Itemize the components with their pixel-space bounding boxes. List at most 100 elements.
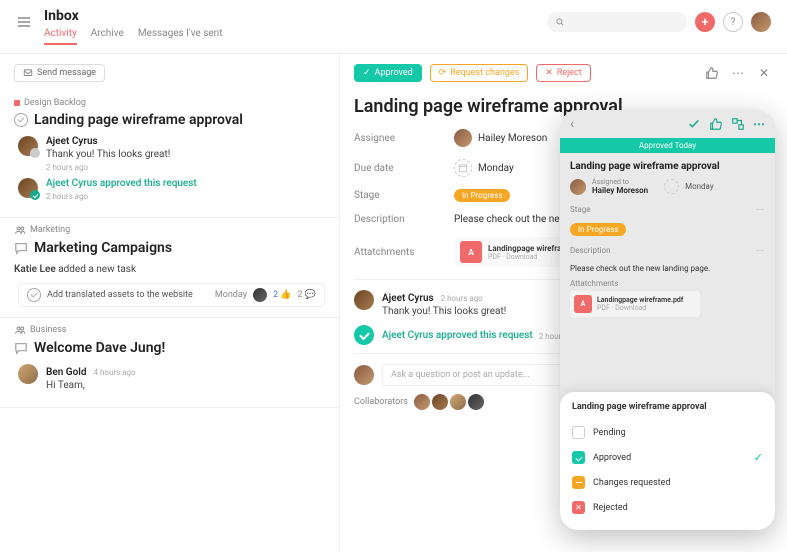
assigned-label: Assigned to (592, 178, 648, 186)
project-color-icon (14, 100, 20, 106)
stage-pill[interactable]: In Progress (570, 223, 626, 236)
page-title: Inbox (44, 8, 535, 24)
project-label: Marketing (30, 225, 70, 235)
user-avatar[interactable] (751, 12, 771, 32)
reject-button[interactable]: ✕ Reject (536, 64, 590, 82)
more-icon[interactable]: ⋯ (756, 205, 765, 214)
calendar-icon (454, 159, 472, 177)
avatar (253, 288, 267, 302)
inbox-item-backlog[interactable]: Design Backlog Landing page wireframe ap… (0, 92, 339, 218)
stage-pill[interactable]: In Progress (454, 189, 510, 202)
like-count: 2 👍 (273, 290, 292, 300)
approved-banner: Approved Today (560, 138, 775, 153)
description-text: Please check out the new landing page. (570, 264, 765, 273)
comment-text: Hi Team, (46, 380, 325, 391)
comment-time: 2 hours ago (441, 294, 483, 303)
attachment-sub: PDF · Download (597, 304, 683, 312)
comment-author: Ajeet Cyrus (382, 293, 434, 304)
tab-activity[interactable]: Activity (44, 28, 77, 45)
comment-count: 2 💬 (297, 290, 316, 300)
search-input[interactable] (547, 12, 687, 32)
people-icon (14, 224, 26, 236)
more-icon[interactable]: ⋯ (729, 64, 747, 82)
comment-author: Ajeet Cyrus (46, 136, 325, 147)
task-check-icon (14, 113, 28, 127)
comment-time: 2 hours ago (46, 192, 325, 201)
avatar (570, 179, 586, 195)
selected-check-icon: ✓ (754, 451, 763, 464)
stage-label: Stage (354, 190, 454, 201)
option-rejected[interactable]: Rejected (572, 495, 763, 520)
topbar: Inbox Activity Archive Messages I've sen… (0, 0, 787, 54)
comment-text: Thank you! This looks great! (46, 149, 325, 160)
more-icon[interactable]: ⋯ (753, 117, 765, 131)
conversation-icon (14, 341, 28, 355)
add-button[interactable]: + (695, 12, 715, 32)
due-label: Due date (354, 163, 454, 174)
avatar[interactable] (450, 394, 466, 410)
avatar[interactable] (468, 394, 484, 410)
attachments-label: Attatchments (354, 247, 454, 258)
sheet-title: Landing page wireframe approval (572, 402, 763, 412)
assignee-label: Assignee (354, 133, 454, 144)
check-icon[interactable] (687, 117, 701, 131)
inbox-item-business[interactable]: Business Welcome Dave Jung! Ben Gold 4 h… (0, 318, 339, 408)
pdf-icon: A (460, 241, 482, 263)
people-icon (14, 324, 26, 336)
conversation-icon (14, 241, 28, 255)
due-date: Monday (215, 290, 247, 300)
task-title: Landing page wireframe approval (34, 112, 243, 128)
option-approved[interactable]: Approved✓ (572, 445, 763, 470)
inbox-item-marketing[interactable]: Marketing Marketing Campaigns Katie Lee … (0, 218, 339, 318)
approved-button[interactable]: ✓ Approved (354, 64, 422, 82)
option-pending[interactable]: Pending (572, 420, 763, 445)
help-button[interactable]: ? (723, 12, 743, 32)
avatar (354, 365, 374, 385)
avatar[interactable] (432, 394, 448, 410)
pdf-icon: A (574, 295, 592, 313)
tab-archive[interactable]: Archive (91, 28, 124, 45)
calendar-icon (664, 179, 679, 194)
avatar (18, 136, 38, 156)
avatar (454, 129, 472, 147)
attachment-pdf[interactable]: A Landingpage wireframe.pdfPDF · Download (570, 291, 700, 317)
send-message-label: Send message (37, 68, 96, 78)
description-label: Description (354, 214, 454, 225)
task-title: Welcome Dave Jung! (34, 340, 165, 356)
description-label: Description (570, 246, 611, 255)
assignee-name[interactable]: Hailey Moreson (478, 133, 547, 144)
send-message-button[interactable]: Send message (14, 64, 105, 82)
tabs: Activity Archive Messages I've sent (44, 28, 535, 45)
approval-text: Ajeet Cyrus approved this request (382, 330, 533, 341)
close-icon[interactable]: ✕ (755, 64, 773, 82)
avatar (18, 364, 38, 384)
option-changes[interactable]: Changes requested (572, 470, 763, 495)
like-icon[interactable] (709, 117, 723, 131)
approved-check-icon (354, 325, 374, 345)
comment-time: 4 hours ago (94, 368, 136, 377)
approval-text: Ajeet Cyrus approved this request (46, 178, 325, 189)
request-changes-button[interactable]: ⟳ Request changes (430, 64, 529, 82)
attachment-name: Landingpage wireframe.pdf (597, 296, 683, 304)
tab-messages-sent[interactable]: Messages I've sent (138, 28, 223, 45)
back-icon[interactable]: ‹ (570, 116, 574, 132)
subtask-chip[interactable]: Add translated assets to the website Mon… (18, 283, 325, 307)
due-date[interactable]: Monday (478, 163, 514, 174)
due-date: Monday (685, 182, 714, 191)
avatar (354, 290, 374, 310)
comment-author: Ben Gold (46, 367, 87, 378)
task-check-icon (27, 288, 41, 302)
status-sheet: Landing page wireframe approval Pending … (560, 392, 775, 530)
like-icon[interactable] (703, 64, 721, 82)
subtask-title: Add translated assets to the website (47, 290, 193, 300)
avatar[interactable] (414, 394, 430, 410)
mobile-title: Landing page wireframe approval (570, 161, 765, 172)
action-text: added a new task (58, 264, 136, 275)
comment-time: 2 hours ago (46, 163, 325, 172)
actor-name: Katie Lee (14, 264, 56, 275)
more-icon[interactable]: ⋯ (756, 246, 765, 255)
mobile-preview: ‹ ⋯ Approved Today Landing page wirefram… (560, 110, 775, 530)
subtask-icon[interactable] (731, 117, 745, 131)
menu-icon[interactable] (16, 14, 32, 30)
avatar (18, 178, 38, 198)
